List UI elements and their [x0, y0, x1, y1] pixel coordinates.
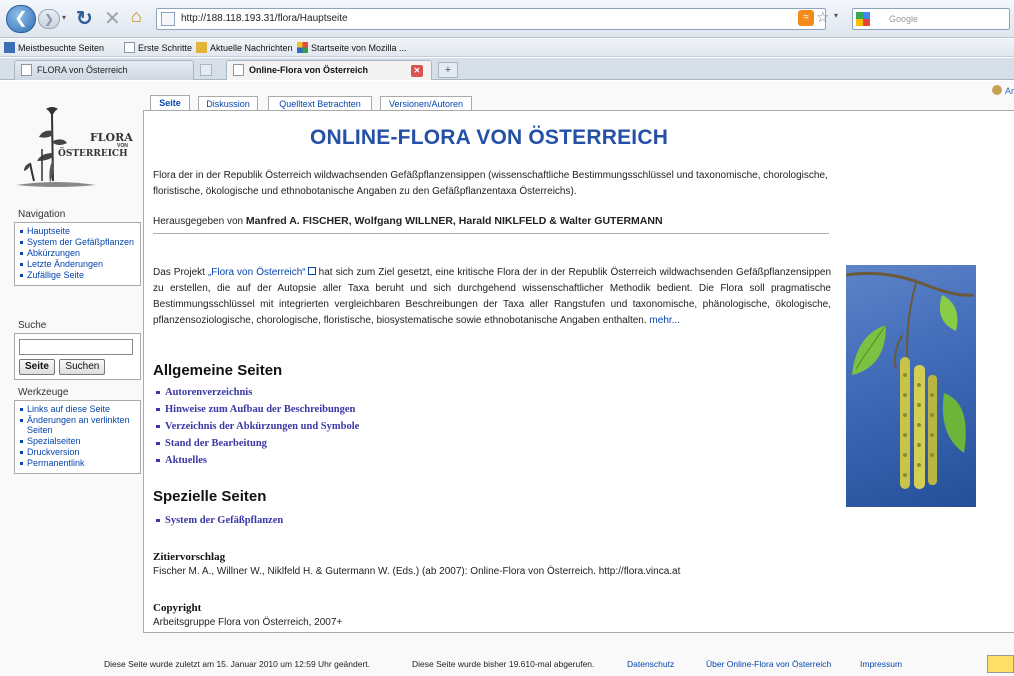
plant-photo — [846, 265, 976, 507]
page-title: ONLINE-FLORA VON ÖSTERREICH — [309, 126, 669, 149]
bookmark-most-visited[interactable]: Meistbesuchte Seiten — [4, 42, 104, 53]
back-button[interactable]: ❮ — [6, 5, 36, 33]
tab-discussion[interactable]: Diskussion — [198, 96, 258, 111]
project-description: Das Projekt „Flora von Österreich“ hat s… — [153, 265, 831, 329]
nav-link-main-page[interactable]: Hauptseite — [19, 226, 136, 236]
search-engine-box[interactable]: Google — [852, 8, 1010, 30]
search-portlet: Suche Seite Suchen — [14, 320, 141, 380]
section-heading-general: Allgemeine Seiten — [153, 362, 283, 379]
bookmark-first-steps[interactable]: Erste Schritte — [124, 42, 192, 53]
forward-button[interactable]: ❯ — [38, 9, 60, 29]
general-pages-list: Autorenverzeichnis Hinweise zum Aufbau d… — [155, 384, 359, 469]
link-description-structure[interactable]: Hinweise zum Aufbau der Beschreibungen — [155, 401, 359, 418]
footer-about-link[interactable]: Über Online-Flora von Österreich — [706, 659, 831, 669]
rss-icon[interactable]: ≈ — [798, 10, 814, 26]
bookmark-star-icon[interactable]: ☆ — [816, 8, 829, 26]
tools-portlet: Werkzeuge Links auf diese Seite Änderung… — [14, 387, 141, 474]
special-pages-list: System der Gefäßpflanzen — [155, 512, 283, 529]
url-bar[interactable]: http://188.118.193.31/flora/Hauptseite — [156, 8, 826, 30]
tool-link-related-changes[interactable]: Änderungen an verlinkten Seiten — [19, 415, 136, 435]
bookmark-news[interactable]: Aktuelle Nachrichten — [196, 42, 293, 53]
logo-text-oesterreich: ÖSTERREICH — [58, 149, 128, 159]
navigation-heading: Navigation — [18, 209, 66, 220]
url-dropdown-icon[interactable]: ▾ — [834, 11, 838, 20]
search-engine-placeholder[interactable]: Google — [889, 14, 918, 24]
tool-link-special-pages[interactable]: Spezialseiten — [19, 436, 136, 446]
nav-link-plant-system[interactable]: System der Gefäßpflanzen — [19, 237, 136, 247]
tool-link-print-version[interactable]: Druckversion — [19, 447, 136, 457]
tab-scroll-button[interactable] — [200, 64, 212, 76]
nav-link-abbreviations[interactable]: Abkürzungen — [19, 248, 136, 258]
wiki-page: Ar FLORA VON ÖSTERREICH Navigation Haupt… — [0, 81, 1014, 676]
browser-tab-active[interactable]: Online-Flora von Österreich ✕ — [226, 60, 432, 80]
search-heading: Suche — [18, 320, 47, 331]
copyright-heading: Copyright — [153, 602, 202, 614]
search-button[interactable]: Suchen — [59, 359, 106, 375]
page-icon — [233, 64, 244, 76]
user-icon — [992, 85, 1002, 95]
browser-tab[interactable]: FLORA von Österreich — [14, 60, 194, 80]
copyright-text: Arbeitsgruppe Flora von Österreich, 2007… — [153, 617, 343, 628]
tab-view-source[interactable]: Quelltext Betrachten — [268, 96, 372, 111]
editors-line: Herausgegeben von Manfred A. FISCHER, Wo… — [153, 215, 829, 234]
page-icon — [124, 42, 135, 53]
plant-illustration-icon — [16, 107, 96, 187]
link-progress-status[interactable]: Stand der Bearbeitung — [155, 435, 359, 452]
link-abbreviations-symbols[interactable]: Verzeichnis der Abkürzungen und Symbole — [155, 418, 359, 435]
bookmarks-folder-icon — [4, 42, 15, 53]
browser-toolbar: ❮ ❯ ▾ ↻ ✕ ⌂ http://188.118.193.31/flora/… — [0, 0, 1014, 38]
tool-link-whatlinkshere[interactable]: Links auf diese Seite — [19, 404, 136, 414]
link-plant-system[interactable]: System der Gefäßpflanzen — [155, 512, 283, 529]
page-icon — [161, 12, 175, 26]
tools-heading: Werkzeuge — [18, 387, 69, 398]
page-footer: Diese Seite wurde zuletzt am 15. Januar … — [0, 654, 1014, 676]
external-link-icon — [307, 267, 316, 275]
footer-imprint-link[interactable]: Impressum — [860, 659, 902, 669]
project-external-link[interactable]: „Flora von Österreich“ — [208, 267, 306, 278]
tool-link-permanent-link[interactable]: Permanentlink — [19, 458, 136, 468]
intro-text: Flora der in der Republik Österreich wil… — [153, 170, 828, 197]
section-heading-special: Spezielle Seiten — [153, 488, 267, 505]
go-button[interactable]: Seite — [19, 359, 55, 375]
editors-names: Manfred A. FISCHER, Wolfgang WILLNER, Ha… — [245, 215, 663, 227]
citation-heading: Zitiervorschlag — [153, 551, 226, 563]
birch-catkin-image-icon — [846, 271, 975, 489]
mozilla-icon — [297, 42, 308, 53]
bookmark-mozilla[interactable]: Startseite von Mozilla ... — [297, 42, 407, 53]
nav-link-recent-changes[interactable]: Letzte Änderungen — [19, 259, 136, 269]
search-input[interactable] — [19, 339, 133, 355]
nav-link-random-page[interactable]: Zufällige Seite — [19, 270, 136, 280]
feed-folder-icon — [196, 42, 207, 53]
tools-body: Links auf diese Seite Änderungen an verl… — [14, 400, 141, 474]
home-icon[interactable]: ⌂ — [131, 6, 142, 27]
url-text[interactable]: http://188.118.193.31/flora/Hauptseite — [181, 13, 348, 24]
history-dropdown-icon[interactable]: ▾ — [62, 13, 66, 22]
site-logo[interactable]: FLORA VON ÖSTERREICH — [16, 101, 136, 191]
link-news[interactable]: Aktuelles — [155, 452, 359, 469]
tab-page[interactable]: Seite — [150, 95, 190, 111]
bookmarks-toolbar: Meistbesuchte Seiten Erste Schritte Aktu… — [0, 39, 1014, 57]
tab-history[interactable]: Versionen/Autoren — [380, 96, 472, 111]
new-tab-button[interactable]: + — [438, 62, 458, 78]
footer-last-modified: Diese Seite wurde zuletzt am 15. Januar … — [104, 659, 371, 669]
editors-prefix: Herausgegeben von — [153, 216, 244, 227]
footer-privacy-link[interactable]: Datenschutz — [627, 659, 674, 669]
powered-by-badge[interactable] — [987, 655, 1014, 673]
content-area: ONLINE-FLORA VON ÖSTERREICH Flora der in… — [143, 110, 1014, 633]
search-body: Seite Suchen — [14, 333, 141, 380]
close-tab-icon[interactable]: ✕ — [411, 65, 423, 77]
page-icon — [21, 64, 32, 76]
more-link[interactable]: mehr... — [649, 315, 680, 326]
footer-view-count: Diese Seite wurde bisher 19.610-mal abge… — [412, 659, 595, 669]
google-icon[interactable] — [856, 12, 870, 26]
user-link[interactable]: Ar — [992, 85, 1014, 96]
reload-icon[interactable]: ↻ — [76, 6, 93, 31]
navigation-body: Hauptseite System der Gefäßpflanzen Abkü… — [14, 222, 141, 286]
project-text-before: Das Projekt — [153, 267, 205, 278]
citation-text: Fischer M. A., Willner W., Niklfeld H. &… — [153, 566, 681, 577]
stop-icon[interactable]: ✕ — [104, 6, 121, 31]
navigation-portlet: Navigation Hauptseite System der Gefäßpf… — [14, 209, 141, 286]
link-author-index[interactable]: Autorenverzeichnis — [155, 384, 359, 401]
browser-tabstrip: FLORA von Österreich Online-Flora von Ös… — [0, 58, 1014, 80]
